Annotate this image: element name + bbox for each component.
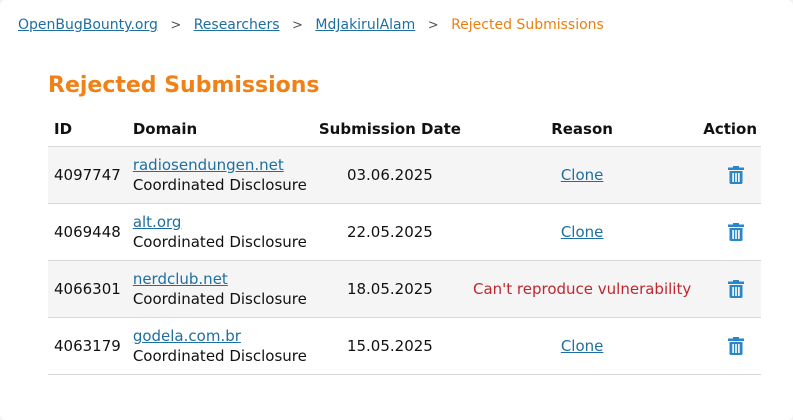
domain-cell: radiosendungen.net Coordinated Disclosur… (126, 146, 313, 204)
domain-link[interactable]: alt.org (133, 212, 307, 232)
reason-cell: Can't reproduce vulnerability (466, 260, 698, 318)
breadcrumb: OpenBugBounty.org > Researchers > MdJaki… (18, 16, 604, 35)
submission-date: 03.06.2025 (312, 146, 467, 204)
breadcrumb-separator: > (170, 18, 182, 33)
breadcrumb-current: Rejected Submissions (451, 17, 604, 33)
reason-cell: Clone (466, 317, 698, 375)
submission-id: 4097747 (48, 146, 127, 204)
reason-cell: Clone (466, 203, 698, 261)
breadcrumb-separator: > (292, 18, 303, 33)
column-header-action: Action (697, 111, 762, 147)
reason-link[interactable]: Clone (561, 223, 604, 241)
reason-link[interactable]: Clone (561, 337, 604, 355)
domain-link[interactable]: radiosendungen.net (133, 155, 307, 175)
trash-icon[interactable] (727, 223, 745, 242)
submission-id: 4069448 (48, 203, 127, 261)
action-cell (697, 203, 762, 261)
action-cell (697, 146, 762, 204)
submission-date: 15.05.2025 (312, 317, 467, 375)
table-header-row: ID Domain Submission Date Reason Action (48, 111, 762, 147)
submission-date: 22.05.2025 (312, 203, 467, 261)
submission-date: 18.05.2025 (312, 260, 467, 318)
breadcrumb-link-researcher-profile[interactable]: MdJakirulAlam (315, 17, 415, 33)
disclosure-type: Coordinated Disclosure (132, 347, 307, 365)
trash-icon[interactable] (727, 280, 745, 299)
domain-link[interactable]: godela.com.br (133, 326, 307, 346)
breadcrumb-separator: > (427, 18, 439, 33)
column-header-domain: Domain (126, 111, 313, 147)
submission-id: 4066301 (48, 260, 127, 318)
column-header-reason: Reason (466, 111, 698, 147)
action-cell (697, 317, 762, 375)
submission-id: 4063179 (48, 317, 127, 375)
trash-icon[interactable] (727, 166, 745, 185)
disclosure-type: Coordinated Disclosure (132, 233, 307, 251)
trash-icon[interactable] (727, 337, 745, 356)
domain-cell: nerdclub.net Coordinated Disclosure (126, 260, 313, 318)
column-header-id: ID (48, 111, 127, 147)
domain-cell: godela.com.br Coordinated Disclosure (126, 317, 313, 375)
disclosure-type: Coordinated Disclosure (132, 176, 307, 194)
breadcrumb-link-researchers[interactable]: Researchers (194, 17, 280, 33)
action-cell (697, 260, 762, 318)
reason-text: Can't reproduce vulnerability (472, 280, 692, 298)
reason-cell: Clone (466, 146, 698, 204)
column-header-date: Submission Date (312, 111, 467, 147)
disclosure-type: Coordinated Disclosure (132, 290, 307, 308)
table-row: 4069448 alt.org Coordinated Disclosure 2… (48, 203, 762, 261)
page-card: OpenBugBounty.org > Researchers > MdJaki… (0, 0, 793, 420)
page-title: Rejected Submissions (48, 73, 320, 98)
table-row: 4063179 godela.com.br Coordinated Disclo… (48, 317, 762, 375)
reason-link[interactable]: Clone (561, 166, 604, 184)
breadcrumb-link-home[interactable]: OpenBugBounty.org (18, 17, 158, 33)
table-row: 4066301 nerdclub.net Coordinated Disclos… (48, 260, 762, 318)
domain-link[interactable]: nerdclub.net (133, 269, 307, 289)
table-row: 4097747 radiosendungen.net Coordinated D… (48, 146, 762, 204)
domain-cell: alt.org Coordinated Disclosure (126, 203, 313, 261)
submissions-table: ID Domain Submission Date Reason Action … (48, 111, 762, 375)
